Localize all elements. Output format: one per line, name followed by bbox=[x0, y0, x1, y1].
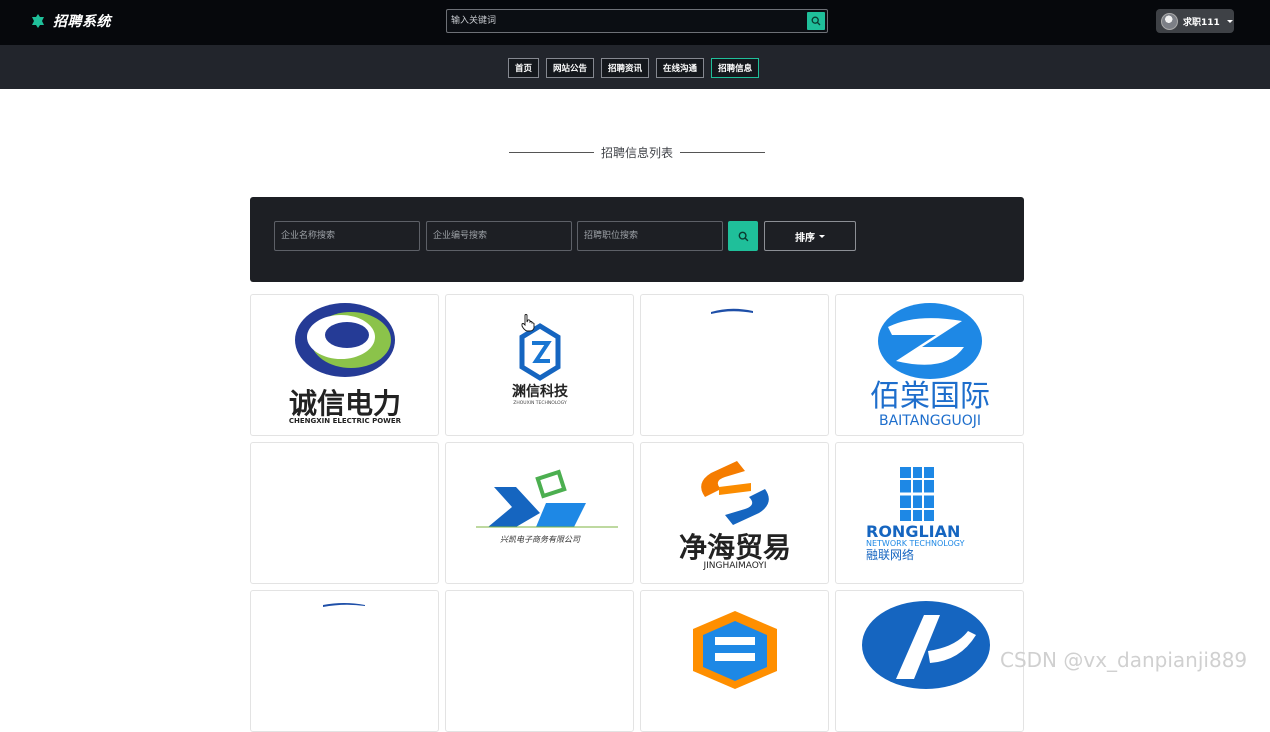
card-name-cn: 佰棠国际 bbox=[870, 379, 990, 414]
app-title: 招聘系统 bbox=[53, 14, 111, 30]
company-card[interactable]: 净海贸易 JINGHAIMAOYI bbox=[640, 442, 829, 584]
company-code-field bbox=[426, 221, 572, 251]
card-sub-en: NETWORK TECHNOLOGY bbox=[866, 539, 965, 548]
company-logo bbox=[862, 601, 990, 689]
company-code-input[interactable] bbox=[427, 222, 571, 250]
company-card[interactable]: 佰棠国际 BAITANGGUOJI bbox=[835, 294, 1024, 436]
company-card[interactable]: 渊信科技 ZHOUXIN TECHNOLOGY bbox=[445, 294, 634, 436]
company-logo bbox=[323, 603, 365, 607]
card-name-en: CHENGXIN ELECTRIC POWER bbox=[289, 417, 402, 425]
company-logo: 兴凯电子商务有限公司 bbox=[476, 469, 618, 544]
company-card[interactable]: 兴凯电子商务有限公司 bbox=[445, 442, 634, 584]
search-button[interactable] bbox=[807, 12, 825, 30]
card-name-en: BAITANGGUOJI bbox=[879, 413, 981, 429]
hand-cursor-icon bbox=[521, 314, 535, 332]
company-card[interactable] bbox=[445, 590, 634, 732]
company-card[interactable]: 诚信电力 CHENGXIN ELECTRIC POWER bbox=[250, 294, 439, 436]
card-name-cn: 渊信科技 bbox=[512, 383, 569, 400]
company-logo: 诚信电力 CHENGXIN ELECTRIC POWER bbox=[289, 303, 402, 425]
company-name-input[interactable] bbox=[275, 222, 419, 250]
nav-online-chat[interactable]: 在线沟通 bbox=[656, 58, 705, 78]
company-card[interactable] bbox=[250, 590, 439, 732]
chevron-down-icon bbox=[819, 234, 825, 238]
nav-bar: 首页 网站公告 招聘资讯 在线沟通 招聘信息 bbox=[0, 45, 1270, 89]
company-logo: RONGLIAN NETWORK TECHNOLOGY 融联网络 bbox=[866, 467, 965, 562]
nav-announcements[interactable]: 网站公告 bbox=[546, 58, 595, 78]
position-input[interactable] bbox=[578, 222, 722, 250]
nav-recruit-news[interactable]: 招聘资讯 bbox=[601, 58, 650, 78]
company-logo: 佰棠国际 BAITANGGUOJI bbox=[870, 303, 990, 429]
user-menu-button[interactable]: 求职111 bbox=[1156, 9, 1234, 33]
company-name-field bbox=[274, 221, 420, 251]
company-logo: 净海贸易 JINGHAIMAOYI bbox=[679, 461, 791, 571]
divider bbox=[509, 151, 594, 153]
company-logo bbox=[693, 611, 777, 689]
divider bbox=[679, 151, 765, 153]
filter-panel: 排序 bbox=[250, 197, 1024, 282]
search-icon bbox=[738, 231, 748, 241]
section-header: 招聘信息列表 bbox=[509, 144, 765, 160]
filter-search-button[interactable] bbox=[728, 221, 758, 251]
top-bar: 招聘系统 求职111 bbox=[0, 0, 1270, 45]
sort-label: 排序 bbox=[795, 232, 815, 244]
card-name-en: JINGHAIMAOYI bbox=[702, 561, 766, 571]
card-name-cn: 兴凯电子商务有限公司 bbox=[500, 535, 581, 544]
company-card[interactable] bbox=[250, 442, 439, 584]
company-logo bbox=[711, 308, 753, 314]
sort-button[interactable]: 排序 bbox=[764, 221, 856, 251]
logo[interactable]: 招聘系统 bbox=[30, 11, 111, 31]
card-name-cn: 融联网络 bbox=[866, 547, 914, 562]
avatar bbox=[1161, 12, 1178, 30]
nav-home[interactable]: 首页 bbox=[508, 58, 540, 78]
nav-recruit-info[interactable]: 招聘信息 bbox=[711, 58, 760, 78]
card-name-cn: 净海贸易 bbox=[679, 531, 791, 564]
section-title: 招聘信息列表 bbox=[600, 145, 673, 160]
logo-icon bbox=[32, 14, 44, 28]
card-name-cn: 诚信电力 bbox=[289, 387, 401, 420]
company-card[interactable] bbox=[640, 294, 829, 436]
user-name: 求职111 bbox=[1183, 17, 1220, 28]
chevron-down-icon bbox=[1226, 19, 1233, 23]
company-card[interactable]: RONGLIAN NETWORK TECHNOLOGY 融联网络 bbox=[835, 442, 1024, 584]
company-card[interactable] bbox=[640, 590, 829, 732]
search-input[interactable] bbox=[451, 12, 803, 30]
watermark: CSDN @vx_danpianji889 bbox=[1000, 648, 1248, 672]
search-icon bbox=[811, 16, 821, 26]
card-name-en: ZHOUXIN TECHNOLOGY bbox=[513, 400, 567, 406]
position-field bbox=[577, 221, 723, 251]
main-nav: 首页 网站公告 招聘资讯 在线沟通 招聘信息 bbox=[508, 58, 760, 78]
global-search bbox=[446, 9, 828, 33]
company-logo: 渊信科技 ZHOUXIN TECHNOLOGY bbox=[512, 323, 569, 406]
company-card[interactable] bbox=[835, 590, 1024, 732]
